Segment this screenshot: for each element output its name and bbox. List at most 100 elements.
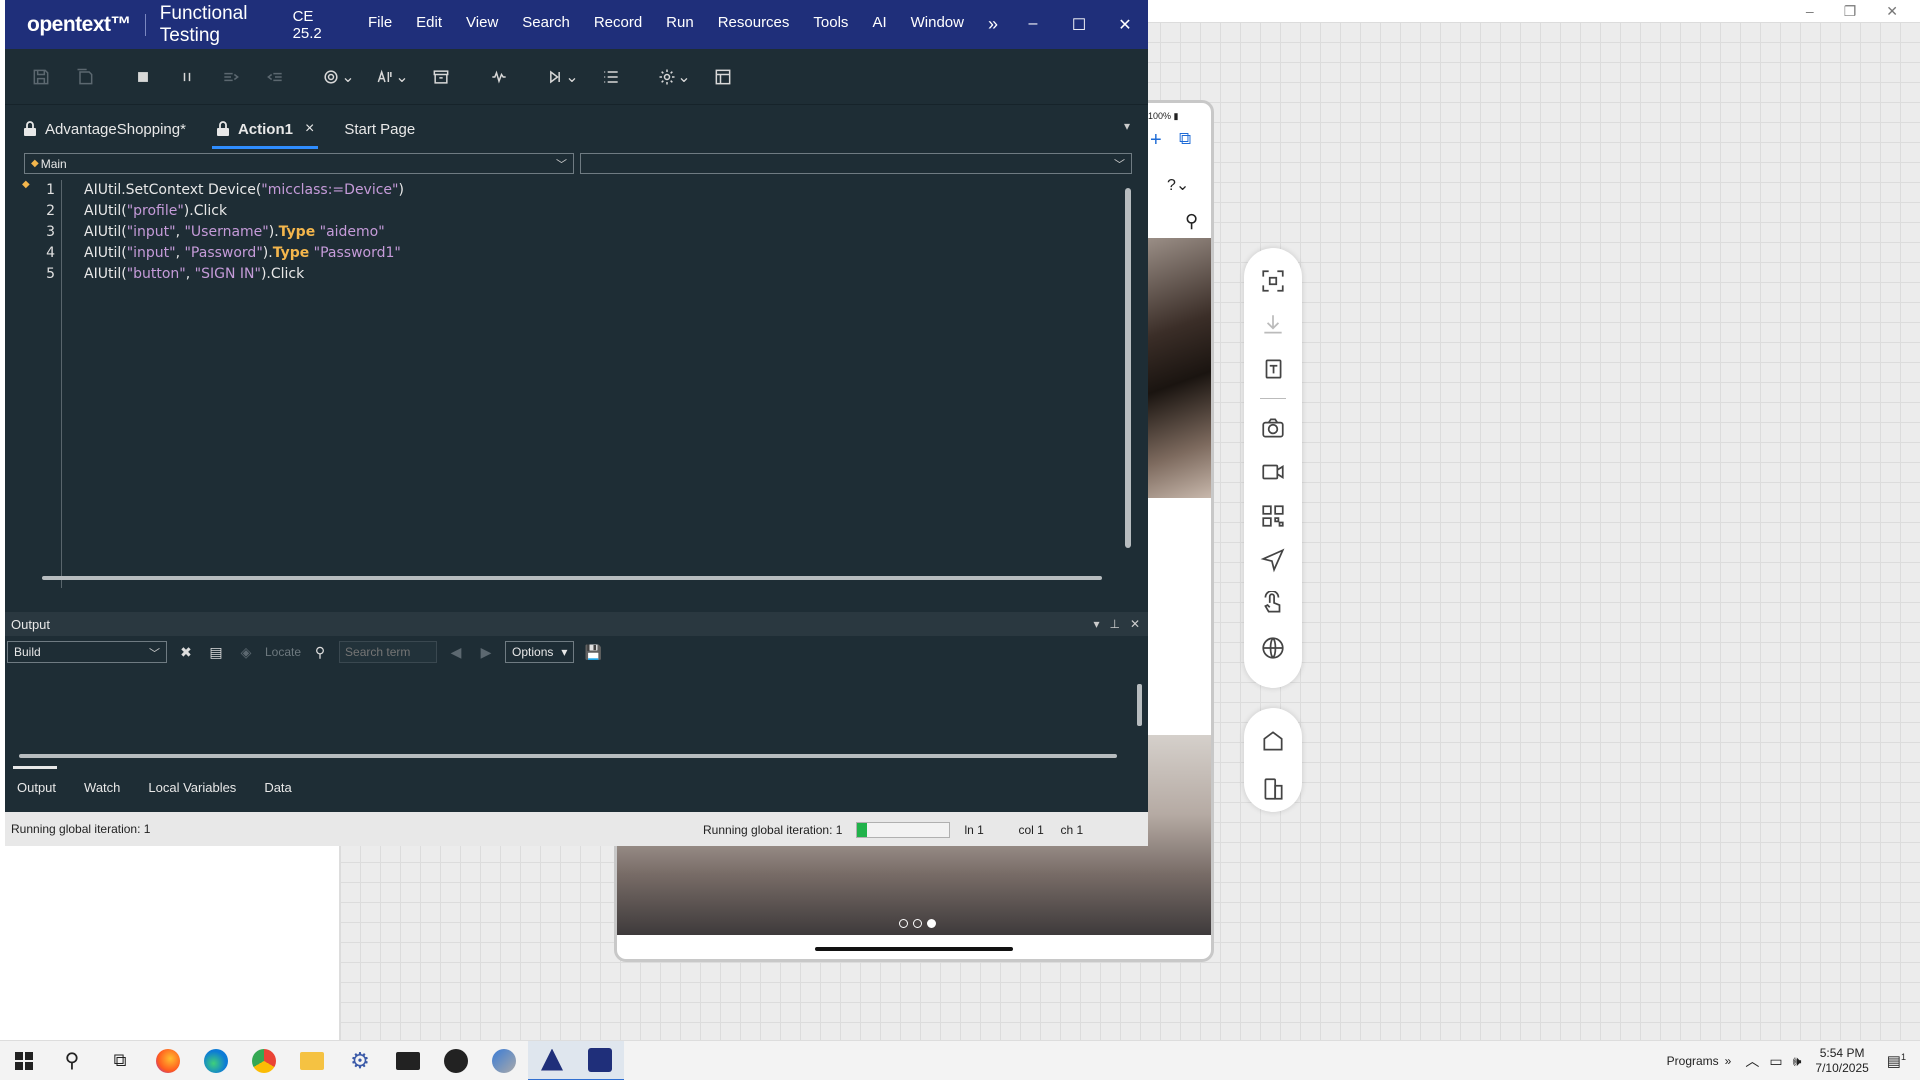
globe-icon[interactable]: [1255, 629, 1291, 667]
menu-search[interactable]: Search: [510, 14, 582, 35]
task-view-icon[interactable]: ⧉: [96, 1041, 144, 1080]
tab-start-page[interactable]: Start Page: [340, 109, 419, 149]
chrome-icon[interactable]: [240, 1041, 288, 1080]
options-dropdown[interactable]: Options ▾: [505, 641, 575, 663]
menu-resources[interactable]: Resources: [706, 14, 802, 35]
maximize-button[interactable]: ☐: [1056, 15, 1102, 35]
output-content[interactable]: [5, 668, 1148, 758]
ai-icon[interactable]: ⌄: [365, 61, 419, 93]
search-icon[interactable]: ⚲: [48, 1041, 96, 1080]
mobile-center-icon[interactable]: [528, 1040, 576, 1080]
volume-icon[interactable]: 🕪: [1793, 1053, 1802, 1070]
clock[interactable]: 5:54 PM 7/10/2025: [1801, 1046, 1882, 1076]
bg-close-button[interactable]: ✕: [1886, 3, 1898, 20]
tab-list-icon[interactable]: ▾: [1124, 119, 1130, 133]
home-indicator[interactable]: [815, 947, 1013, 951]
word-wrap-icon[interactable]: ▤: [205, 644, 227, 661]
menu-edit[interactable]: Edit: [404, 14, 454, 35]
search-icon[interactable]: ⚲: [1185, 211, 1198, 232]
functional-testing-icon[interactable]: [576, 1040, 624, 1080]
tab-watch[interactable]: Watch: [84, 780, 120, 795]
rotate-icon[interactable]: [1255, 770, 1291, 808]
menu-file[interactable]: File: [356, 14, 404, 35]
windows-start-icon[interactable]: [0, 1041, 48, 1080]
carousel-dot[interactable]: [899, 919, 908, 928]
scope-dropdown[interactable]: ◆ Main ﹀: [24, 153, 574, 174]
output-source-select[interactable]: Build ﹀: [7, 641, 167, 663]
tab-close-icon[interactable]: ×: [305, 120, 314, 138]
locate-icon[interactable]: ◈: [235, 644, 257, 661]
product-photo[interactable]: [1148, 238, 1211, 498]
previous-icon[interactable]: ◀: [445, 644, 467, 661]
programs-toolbar[interactable]: Programs: [1667, 1054, 1719, 1068]
list-icon[interactable]: [589, 61, 633, 93]
clipboard-text-icon[interactable]: [1255, 350, 1291, 388]
menu-more-icon[interactable]: »: [976, 14, 1010, 35]
remote-app-icon[interactable]: [480, 1041, 528, 1080]
video-icon[interactable]: [1255, 453, 1291, 491]
output-search-input[interactable]: [339, 641, 438, 663]
show-hidden-icon[interactable]: ︿: [1745, 1051, 1759, 1071]
object-repository-icon[interactable]: [701, 61, 745, 93]
camera-icon[interactable]: [1255, 409, 1291, 447]
record-mode-icon[interactable]: ⌄: [311, 61, 365, 93]
firefox-icon[interactable]: [144, 1041, 192, 1080]
archive-icon[interactable]: [419, 61, 463, 93]
notification-icon[interactable]: ▤1: [1883, 1052, 1920, 1070]
tab-data[interactable]: Data: [264, 780, 291, 795]
checkpoint-icon[interactable]: [477, 61, 521, 93]
settings-gear-icon[interactable]: ⌄: [647, 61, 701, 93]
output-vertical-scrollbar[interactable]: [1137, 684, 1142, 726]
close-button[interactable]: ✕: [1102, 15, 1148, 35]
qr-code-icon[interactable]: [1255, 497, 1291, 535]
menu-window[interactable]: Window: [899, 14, 976, 35]
send-icon[interactable]: [1255, 541, 1291, 579]
next-icon[interactable]: ▶: [475, 644, 497, 661]
save-output-icon[interactable]: 💾: [582, 644, 604, 661]
output-horizontal-scrollbar[interactable]: [19, 754, 1117, 758]
clear-icon[interactable]: ✖: [175, 644, 197, 661]
menu-tools[interactable]: Tools: [801, 14, 860, 35]
key-app-icon[interactable]: [432, 1041, 480, 1080]
stop-icon[interactable]: [121, 61, 165, 93]
pane-splitter[interactable]: [5, 602, 1148, 612]
add-icon[interactable]: +: [1150, 129, 1162, 152]
menu-view[interactable]: View: [454, 14, 510, 35]
find-icon[interactable]: ⚲: [309, 644, 331, 661]
pane-close-icon[interactable]: ✕: [1130, 617, 1140, 631]
step-into-icon[interactable]: [209, 61, 253, 93]
run-from-step-icon[interactable]: ⌄: [535, 61, 589, 93]
file-explorer-icon[interactable]: [288, 1041, 336, 1080]
carousel-dot-active[interactable]: [927, 919, 936, 928]
tab-output[interactable]: Output: [12, 765, 58, 795]
bg-restore-button[interactable]: ❐: [1844, 3, 1857, 20]
minimize-button[interactable]: –: [1010, 15, 1056, 35]
pane-menu-icon[interactable]: ▾: [1093, 617, 1099, 631]
save-all-icon[interactable]: [63, 61, 107, 93]
copy-icon[interactable]: ⧉: [1179, 129, 1191, 149]
menu-run[interactable]: Run: [654, 14, 706, 35]
terminal-icon[interactable]: [384, 1041, 432, 1080]
network-icon[interactable]: ▭: [1769, 1053, 1782, 1070]
settings-icon[interactable]: ⚙: [336, 1041, 384, 1080]
edge-icon[interactable]: [192, 1041, 240, 1080]
editor-vertical-scrollbar[interactable]: [1124, 180, 1132, 560]
tab-action1[interactable]: Action1 ×: [211, 109, 319, 149]
carousel-dot[interactable]: [913, 919, 922, 928]
menu-ai[interactable]: AI: [860, 14, 898, 35]
menu-record[interactable]: Record: [582, 14, 654, 35]
pause-icon[interactable]: [165, 61, 209, 93]
locate-button[interactable]: Locate: [265, 645, 301, 659]
touch-icon[interactable]: [1255, 585, 1291, 623]
fullscreen-icon[interactable]: [1255, 262, 1291, 300]
step-out-icon[interactable]: [253, 61, 297, 93]
tab-advantageshopping[interactable]: AdvantageShopping*: [19, 109, 190, 149]
member-dropdown[interactable]: ﹀: [580, 153, 1132, 174]
home-icon[interactable]: [1255, 722, 1291, 760]
save-icon[interactable]: [19, 61, 63, 93]
bg-minimize-button[interactable]: –: [1806, 3, 1814, 19]
pin-icon[interactable]: ⊥: [1109, 617, 1119, 631]
carousel-dots[interactable]: [899, 919, 936, 928]
editor-horizontal-scrollbar[interactable]: [34, 574, 1116, 582]
code-text[interactable]: AIUtil.SetContext Device("micclass:=Devi…: [84, 180, 404, 285]
